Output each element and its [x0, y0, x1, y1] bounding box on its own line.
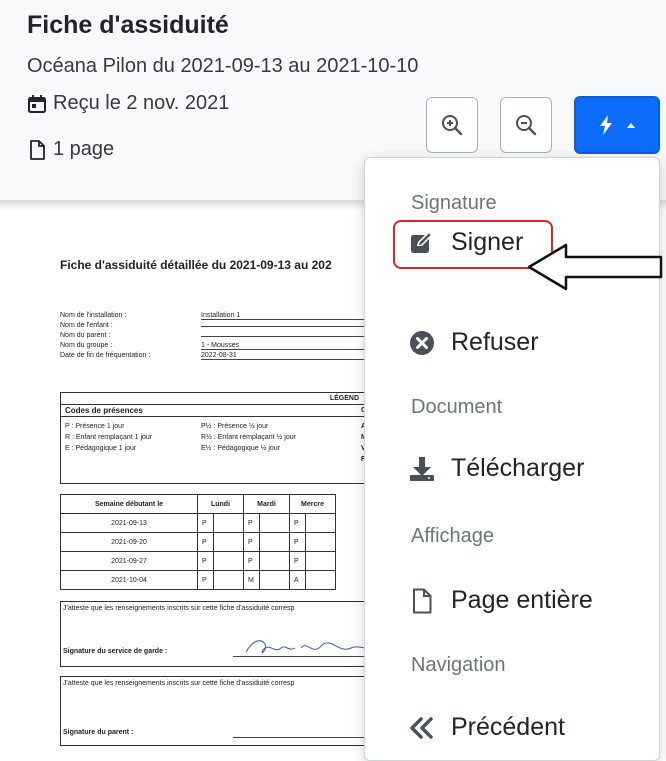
- legend-box: LÉGEND Codes de présences P : Présence 1…: [60, 392, 390, 484]
- legend-title: LÉGEND: [61, 393, 389, 405]
- download-icon: [409, 456, 435, 482]
- file-icon: [30, 139, 45, 160]
- menu-item-sign-label: Signer: [451, 228, 524, 256]
- attestation-text: J'atteste que les renseignements inscrit…: [63, 605, 295, 612]
- menu-section-display: Affichage: [411, 525, 495, 547]
- info-value: [201, 336, 371, 337]
- page-subtitle: Océana Pilon du 2021-09-13 au 2021-10-10: [27, 55, 419, 77]
- day-cell: P: [197, 551, 214, 571]
- code-line-half: E½ : Pédagogique ½ jour: [201, 445, 281, 452]
- day-cell: M: [243, 570, 260, 590]
- day-cell: P: [243, 551, 260, 571]
- info-row: Nom du parent :: [60, 332, 371, 339]
- attendance-table: Semaine débutant le Lundi Mardi Mercre 2…: [60, 494, 336, 590]
- day-cell: P: [289, 551, 306, 571]
- menu-section-document: Document: [411, 396, 503, 418]
- menu-item-download-label: Télécharger: [451, 454, 585, 482]
- parent-signature-label: Signature du parent :: [63, 729, 134, 736]
- callout-arrow-icon: [527, 243, 663, 291]
- menu-item-download[interactable]: Télécharger: [409, 454, 584, 483]
- day-cell: P: [243, 513, 260, 533]
- page-count: 1 page: [27, 138, 114, 161]
- info-value: 2022-08-31: [201, 352, 371, 360]
- zoom-out-icon: [516, 115, 537, 136]
- column-header: Semaine débutant le: [60, 494, 198, 514]
- received-date: Reçu le 2 nov. 2021: [27, 92, 229, 115]
- zoom-out-button[interactable]: [500, 97, 552, 153]
- table-row: 2021-10-04 P M A: [60, 570, 336, 590]
- column-header: Lundi: [197, 494, 244, 514]
- menu-item-previous-label: Précédent: [451, 713, 565, 741]
- zoom-in-icon: [442, 115, 463, 136]
- info-label: Nom du parent :: [60, 332, 111, 339]
- info-label: Nom de l'enfant :: [60, 322, 113, 329]
- table-row: 2021-09-20 P P P: [60, 532, 336, 552]
- menu-item-full-page[interactable]: Page entière: [409, 586, 593, 615]
- week-cell: 2021-09-20: [60, 532, 198, 552]
- info-row: Date de fin de fréquentation : 2022-08-31: [60, 352, 371, 360]
- edit-icon: [409, 230, 435, 256]
- info-row: Nom du groupe : 1 - Mousses: [60, 342, 371, 350]
- day-cell: A: [289, 570, 306, 590]
- day-cell: P: [289, 513, 306, 533]
- info-row: Nom de l'installation : Installation 1: [60, 312, 371, 320]
- menu-item-refuse-label: Refuser: [451, 328, 539, 356]
- document-page: Fiche d'assiduité détaillée du 2021-09-1…: [50, 228, 391, 761]
- week-cell: 2021-09-13: [60, 513, 198, 533]
- menu-section-navigation: Navigation: [411, 654, 506, 676]
- day-cell: P: [197, 532, 214, 552]
- file-icon: [409, 588, 435, 614]
- day-cell: P: [243, 532, 260, 552]
- code-line: P : Présence 1 jour: [65, 423, 125, 430]
- table-row: 2021-09-27 P P P: [60, 551, 336, 571]
- times-circle-icon: [409, 330, 435, 356]
- menu-item-sign[interactable]: Signer: [409, 228, 523, 257]
- menu-item-refuse[interactable]: Refuser: [409, 328, 539, 357]
- table-row: 2021-09-13 P P P: [60, 513, 336, 533]
- week-cell: 2021-10-04: [60, 570, 198, 590]
- page-title: Fiche d'assiduité: [27, 11, 229, 39]
- received-date-text: Reçu le 2 nov. 2021: [53, 92, 230, 114]
- code-line-half: P½ : Présence ½ jour: [201, 423, 269, 430]
- menu-section-signature: Signature: [411, 192, 497, 214]
- menu-item-previous[interactable]: Précédent: [409, 713, 565, 742]
- code-line: E : Pédagogique 1 jour: [65, 445, 137, 452]
- lightning-icon: [600, 115, 612, 135]
- table-header-row: Semaine débutant le Lundi Mardi Mercre: [60, 494, 336, 514]
- zoom-in-button[interactable]: [426, 97, 478, 153]
- day-cell: P: [197, 513, 214, 533]
- service-signature-label: Signature du service de garde :: [63, 648, 168, 655]
- menu-item-full-page-label: Page entière: [451, 586, 593, 614]
- info-label: Nom du groupe :: [60, 342, 113, 349]
- info-label: Date de fin de fréquentation :: [60, 352, 151, 359]
- caret-up-icon: [627, 123, 635, 128]
- calendar-icon: [28, 94, 46, 113]
- code-line: R : Enfant remplaçant 1 jour: [65, 434, 153, 441]
- page-count-text: 1 page: [53, 138, 115, 160]
- info-value: 1 - Mousses: [201, 342, 371, 350]
- info-label: Nom de l'installation :: [60, 312, 127, 319]
- day-cell: P: [197, 570, 214, 590]
- info-row: Nom de l'enfant :: [60, 322, 371, 329]
- double-chevron-left-icon: [409, 715, 435, 741]
- attestation-text: J'atteste que les renseignements inscrit…: [63, 680, 295, 687]
- actions-dropdown-button[interactable]: [574, 96, 660, 154]
- service-attestation: J'atteste que les renseignements inscrit…: [60, 601, 391, 667]
- code-line-half: R½ : Enfant remplaçant ½ jour: [201, 434, 296, 441]
- column-header: Mercre: [289, 494, 336, 514]
- document-title: Fiche d'assiduité détaillée du 2021-09-1…: [60, 258, 332, 272]
- day-cell: P: [289, 532, 306, 552]
- column-header: Mardi: [243, 494, 290, 514]
- info-value: [201, 326, 371, 327]
- week-cell: 2021-09-27: [60, 551, 198, 571]
- parent-attestation: J'atteste que les renseignements inscrit…: [60, 676, 391, 746]
- info-value: Installation 1: [201, 312, 371, 320]
- codes-title: Codes de présences: [61, 405, 389, 417]
